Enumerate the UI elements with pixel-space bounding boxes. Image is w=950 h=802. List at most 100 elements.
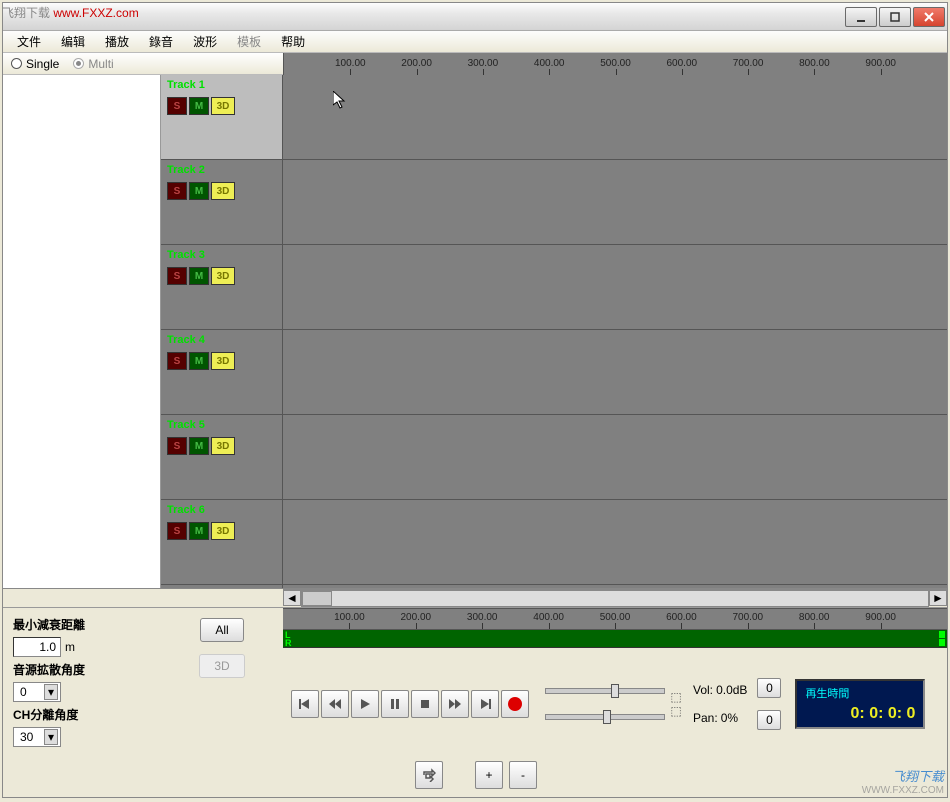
- goto-start-button[interactable]: [291, 690, 319, 718]
- forward-button[interactable]: [441, 690, 469, 718]
- zoom-out-button[interactable]: -: [509, 761, 537, 789]
- mid-buttons: All 3D: [161, 608, 283, 797]
- radio-single[interactable]: Single: [11, 57, 59, 71]
- horizontal-scrollbar[interactable]: ◄ ►: [283, 589, 947, 607]
- track-headers: Track 1 S M 3D Track 2 S M 3D Track 3 S …: [161, 75, 283, 588]
- transport-area: 100.00200.00300.00400.00500.00600.00700.…: [283, 608, 947, 797]
- min-decay-input[interactable]: [13, 637, 61, 657]
- maximize-button[interactable]: [879, 7, 911, 27]
- solo-button[interactable]: S: [167, 97, 187, 115]
- track-lane[interactable]: [283, 500, 947, 585]
- menu-edit[interactable]: 编辑: [51, 31, 95, 52]
- timeline-ruler-bottom[interactable]: 100.00200.00300.00400.00500.00600.00700.…: [283, 608, 947, 630]
- goto-end-button[interactable]: [471, 690, 499, 718]
- meter-r-label: R: [285, 638, 292, 648]
- mute-button[interactable]: M: [189, 97, 209, 115]
- scroll-left-button[interactable]: ◄: [283, 590, 301, 606]
- bottom-panel: 最小減衰距離 m 音源拡散角度 0▾ CH分離角度 30▾ All 3D: [3, 607, 947, 797]
- track-3d-button[interactable]: 3D: [211, 267, 235, 285]
- time-value: 0: 0: 0: 0: [805, 705, 915, 723]
- solo-button[interactable]: S: [167, 522, 187, 540]
- time-title: 再生時間: [805, 685, 915, 701]
- play-button[interactable]: [351, 690, 379, 718]
- chsep-label: CH分離角度: [13, 706, 151, 723]
- track-name: Track 4: [167, 334, 276, 346]
- menu-play[interactable]: 播放: [95, 31, 139, 52]
- solo-button[interactable]: S: [167, 267, 187, 285]
- pan-readout: Pan: 0%: [693, 711, 747, 725]
- pan-slider[interactable]: [545, 714, 665, 720]
- track-3d-button[interactable]: 3D: [211, 182, 235, 200]
- loop-button[interactable]: [415, 761, 443, 789]
- titlebar: [3, 3, 947, 31]
- app-window: 飞翔下载 www.FXXZ.com 文件 编辑 播放 錄音 波形 模板 帮助 S…: [2, 2, 948, 798]
- track-header[interactable]: Track 3 S M 3D: [161, 245, 282, 330]
- rewind-button[interactable]: [321, 690, 349, 718]
- 3d-button[interactable]: 3D: [199, 654, 244, 678]
- track-3d-button[interactable]: 3D: [211, 352, 235, 370]
- solo-button[interactable]: S: [167, 352, 187, 370]
- close-button[interactable]: [913, 7, 945, 27]
- link-icon: ⬚⬚: [671, 693, 681, 715]
- scroll-track[interactable]: [301, 590, 929, 607]
- track-lanes[interactable]: [283, 75, 947, 588]
- pan-zero-button[interactable]: 0: [757, 710, 781, 730]
- minimize-button[interactable]: [845, 7, 877, 27]
- zoom-in-button[interactable]: +: [475, 761, 503, 789]
- menu-template[interactable]: 模板: [227, 31, 271, 52]
- track-lane[interactable]: [283, 415, 947, 500]
- solo-button[interactable]: S: [167, 437, 187, 455]
- track-name: Track 5: [167, 419, 276, 431]
- main-area: Track 1 S M 3D Track 2 S M 3D Track 3 S …: [3, 75, 947, 589]
- mute-button[interactable]: M: [189, 267, 209, 285]
- scroll-right-button[interactable]: ►: [929, 590, 947, 606]
- chsep-combo[interactable]: 30▾: [13, 727, 61, 747]
- vol-zero-button[interactable]: 0: [757, 678, 781, 698]
- track-header[interactable]: Track 1 S M 3D: [161, 75, 282, 160]
- volume-slider[interactable]: [545, 688, 665, 694]
- track-header[interactable]: Track 4 S M 3D: [161, 330, 282, 415]
- track-name: Track 3: [167, 249, 276, 261]
- time-display: 再生時間 0: 0: 0: 0: [795, 679, 925, 729]
- min-decay-label: 最小減衰距離: [13, 616, 151, 633]
- mute-button[interactable]: M: [189, 437, 209, 455]
- scroll-thumb[interactable]: [302, 591, 332, 606]
- all-button[interactable]: All: [200, 618, 243, 642]
- track-3d-button[interactable]: 3D: [211, 522, 235, 540]
- pause-button[interactable]: [381, 690, 409, 718]
- mute-button[interactable]: M: [189, 182, 209, 200]
- meter-l-clip: [939, 631, 945, 638]
- level-meters: L R: [283, 630, 947, 648]
- track-name: Track 6: [167, 504, 276, 516]
- solo-button[interactable]: S: [167, 182, 187, 200]
- menu-wave[interactable]: 波形: [183, 31, 227, 52]
- watermark-link[interactable]: www.FXXZ.com: [53, 6, 138, 20]
- vol-readout: Vol: 0.0dB: [693, 683, 747, 697]
- track-lane[interactable]: [283, 160, 947, 245]
- mute-button[interactable]: M: [189, 352, 209, 370]
- track-lane[interactable]: [283, 75, 947, 160]
- mute-button[interactable]: M: [189, 522, 209, 540]
- track-3d-button[interactable]: 3D: [211, 437, 235, 455]
- spread-label: 音源拡散角度: [13, 661, 151, 678]
- menu-help[interactable]: 帮助: [271, 31, 315, 52]
- track-name: Track 2: [167, 164, 276, 176]
- menubar: 文件 编辑 播放 錄音 波形 模板 帮助: [3, 31, 947, 53]
- radio-multi[interactable]: Multi: [73, 57, 113, 71]
- track-header[interactable]: Track 5 S M 3D: [161, 415, 282, 500]
- track-3d-button[interactable]: 3D: [211, 97, 235, 115]
- timeline-ruler-top[interactable]: 100.00200.00300.00400.00500.00600.00700.…: [283, 53, 947, 75]
- track-header[interactable]: Track 6 S M 3D: [161, 500, 282, 585]
- track-name: Track 1: [167, 79, 276, 91]
- spread-combo[interactable]: 0▾: [13, 682, 61, 702]
- record-button[interactable]: [501, 690, 529, 718]
- controls-left: 最小減衰距離 m 音源拡散角度 0▾ CH分離角度 30▾: [3, 608, 161, 797]
- track-lane[interactable]: [283, 245, 947, 330]
- track-lane[interactable]: [283, 330, 947, 415]
- mode-bar: Single Multi 100.00200.00300.00400.00500…: [3, 53, 947, 75]
- stop-button[interactable]: [411, 690, 439, 718]
- watermark-top: 飞翔下载 www.FXXZ.com: [2, 4, 139, 21]
- menu-record[interactable]: 錄音: [139, 31, 183, 52]
- menu-file[interactable]: 文件: [7, 31, 51, 52]
- track-header[interactable]: Track 2 S M 3D: [161, 160, 282, 245]
